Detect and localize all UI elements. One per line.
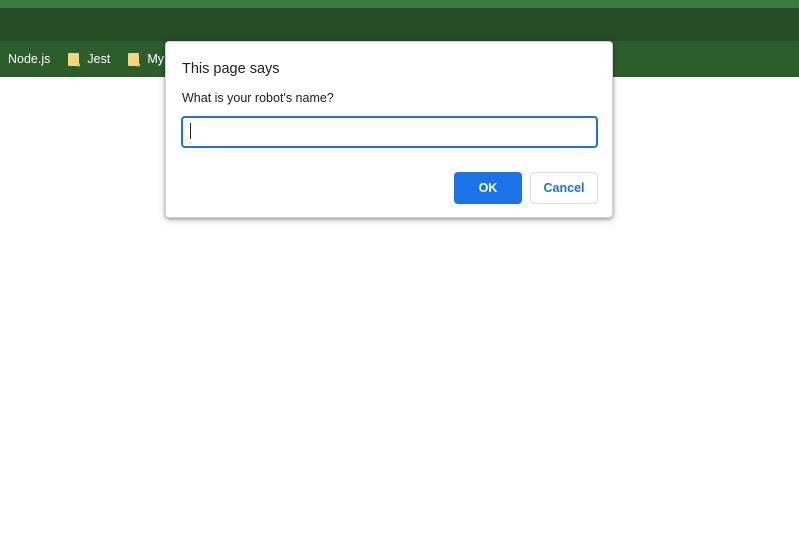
tab-strip bbox=[0, 8, 799, 41]
window-top-strip bbox=[0, 0, 799, 8]
dialog-message: What is your robot's name? bbox=[182, 91, 334, 105]
bookmark-nodejs[interactable]: Node.js bbox=[8, 52, 50, 66]
bookmark-label: Jest bbox=[87, 52, 111, 66]
prompt-dialog: This page says What is your robot's name… bbox=[165, 41, 613, 218]
robot-name-input[interactable] bbox=[181, 116, 598, 148]
bookmark-label: My bbox=[147, 52, 164, 66]
folder-icon bbox=[68, 52, 80, 66]
bookmark-label: Node.js bbox=[8, 52, 51, 66]
bookmark-folder-my[interactable]: My bbox=[128, 52, 164, 66]
text-caret bbox=[190, 123, 191, 139]
bookmark-folder-jest[interactable]: Jest bbox=[68, 52, 110, 66]
cancel-button[interactable]: Cancel bbox=[530, 172, 598, 204]
folder-icon bbox=[128, 52, 140, 66]
ok-button[interactable]: OK bbox=[454, 172, 522, 204]
dialog-title: This page says bbox=[182, 61, 280, 77]
